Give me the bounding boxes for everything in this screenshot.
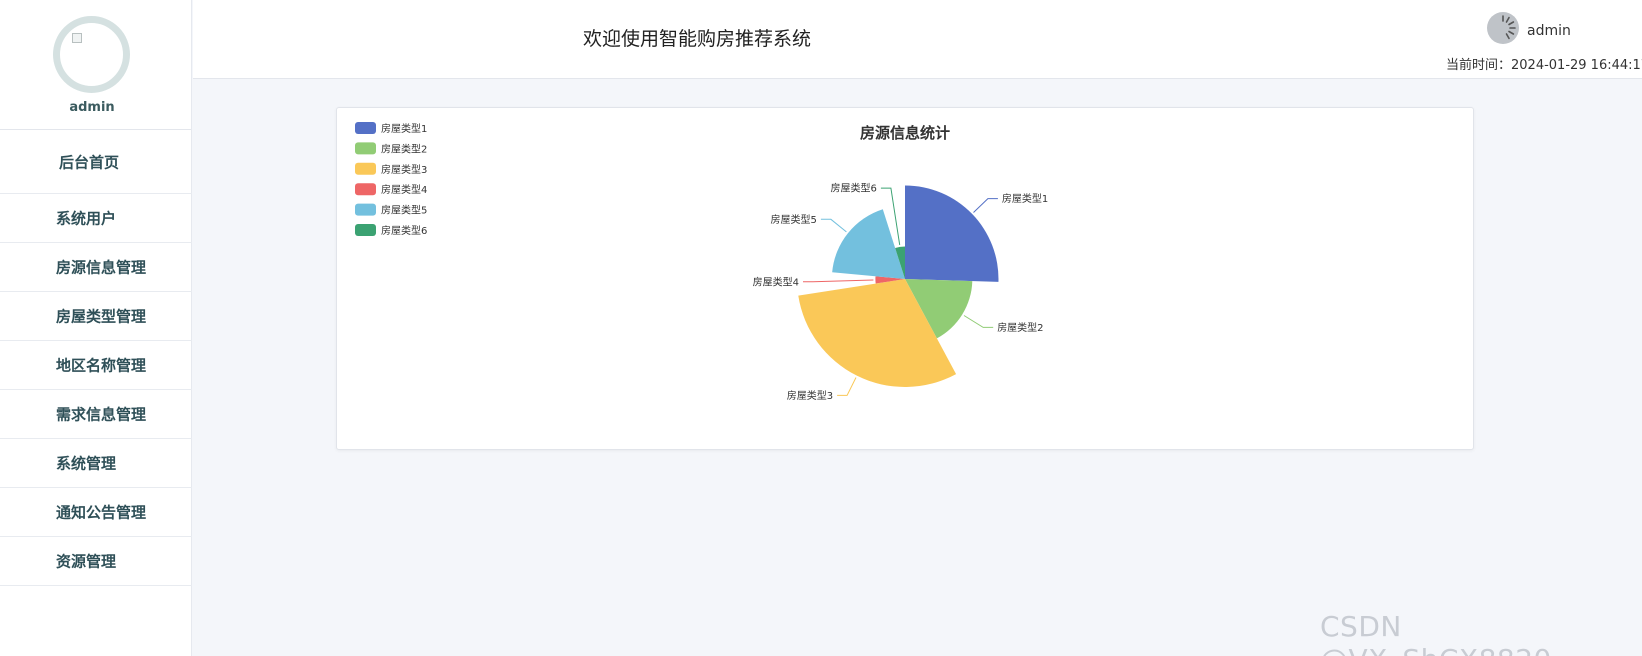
legend-label: 房屋类型6 bbox=[381, 224, 427, 237]
legend-swatch bbox=[355, 162, 376, 175]
sidebar-item-label: 地区名称管理 bbox=[56, 356, 147, 375]
sidebar-item-home[interactable]: 后台首页 bbox=[0, 130, 192, 194]
legend-item[interactable]: 房屋类型4 bbox=[355, 183, 427, 196]
chart-title: 房源信息统计 bbox=[860, 124, 950, 142]
top-header: 欢迎使用智能购房推荐系统 admin 当前时间：2024-01-29 16:44… bbox=[193, 0, 1642, 79]
chart-card: 房源信息统计 房屋类型1 房屋类型2 房屋类型3 房屋类型4 房屋类型5 房屋类型6 房屋… bbox=[336, 107, 1474, 450]
sidebar-profile: admin bbox=[0, 0, 191, 130]
slice-label: 房屋类型4 bbox=[753, 275, 799, 288]
sidebar-item-label: 系统用户 bbox=[56, 209, 117, 228]
legend-swatch bbox=[355, 183, 376, 196]
sidebar-item-label: 系统管理 bbox=[56, 454, 117, 473]
sidebar: admin 后台首页 系统用户 房源信息管理 房屋类型管理 地区名称管理 需求信… bbox=[0, 0, 192, 656]
legend-item[interactable]: 房屋类型2 bbox=[355, 142, 427, 155]
sidebar-item-house-type-management[interactable]: 房屋类型管理 bbox=[0, 292, 192, 341]
slice-label: 房屋类型3 bbox=[787, 389, 833, 402]
legend-item[interactable]: 房屋类型1 bbox=[355, 122, 427, 135]
legend-swatch bbox=[355, 203, 376, 216]
current-time: 当前时间：2024-01-29 16:44:17 bbox=[1446, 58, 1642, 73]
sidebar-item-system-users[interactable]: 系统用户 bbox=[0, 194, 192, 243]
slice-label: 房屋类型2 bbox=[997, 321, 1043, 334]
header-username[interactable]: admin bbox=[1527, 23, 1571, 39]
pie-slice[interactable] bbox=[832, 209, 905, 279]
sidebar-item-label: 需求信息管理 bbox=[56, 405, 147, 424]
sidebar-item-system-management[interactable]: 系统管理 bbox=[0, 439, 192, 488]
sidebar-item-region-management[interactable]: 地区名称管理 bbox=[0, 341, 192, 390]
legend-item[interactable]: 房屋类型5 bbox=[355, 203, 427, 217]
loading-spinner-icon bbox=[1502, 15, 1516, 40]
sidebar-item-notice-management[interactable]: 通知公告管理 bbox=[0, 488, 192, 537]
sidebar-item-label: 房源信息管理 bbox=[56, 258, 147, 277]
sidebar-item-listing-management[interactable]: 房源信息管理 bbox=[0, 243, 192, 292]
legend-item[interactable]: 房屋类型3 bbox=[355, 162, 427, 176]
sidebar-item-label: 后台首页 bbox=[59, 153, 120, 171]
legend-swatch bbox=[355, 142, 376, 155]
chart-legend: 房屋类型1 房屋类型2 房屋类型3 房屋类型4 房屋类型5 房屋类型6 bbox=[355, 122, 427, 237]
slice-label: 房屋类型1 bbox=[1002, 192, 1048, 205]
user-avatar[interactable] bbox=[1487, 12, 1519, 44]
legend-label: 房屋类型2 bbox=[381, 142, 427, 155]
profile-name: admin bbox=[69, 100, 115, 115]
sidebar-item-label: 通知公告管理 bbox=[56, 503, 147, 522]
avatar[interactable] bbox=[53, 16, 130, 93]
sidebar-item-label: 房屋类型管理 bbox=[56, 307, 147, 326]
legend-label: 房屋类型4 bbox=[381, 183, 427, 196]
legend-label: 房屋类型5 bbox=[381, 204, 427, 217]
label-line bbox=[963, 315, 994, 328]
legend-label: 房屋类型3 bbox=[381, 163, 427, 176]
slice-label: 房屋类型5 bbox=[771, 213, 817, 226]
legend-label: 房屋类型1 bbox=[381, 122, 427, 135]
legend-swatch bbox=[355, 224, 376, 236]
broken-image-icon bbox=[72, 33, 82, 43]
legend-item[interactable]: 房屋类型6 bbox=[355, 224, 427, 237]
label-line bbox=[837, 377, 857, 396]
pie-slice[interactable] bbox=[905, 185, 999, 282]
slice-label: 房屋类型6 bbox=[831, 182, 877, 195]
sidebar-item-demand-management[interactable]: 需求信息管理 bbox=[0, 390, 192, 439]
pie-chart: 房源信息统计 房屋类型1 房屋类型2 房屋类型3 房屋类型4 房屋类型5 房屋类型6 房屋… bbox=[355, 122, 1048, 402]
watermark: CSDN @VX_ShCX8820 bbox=[1320, 610, 1551, 656]
label-line bbox=[973, 198, 998, 213]
label-line bbox=[820, 218, 847, 233]
sidebar-item-resource-management[interactable]: 资源管理 bbox=[0, 537, 192, 586]
sidebar-item-label: 资源管理 bbox=[56, 552, 117, 571]
chart-slices bbox=[798, 185, 999, 387]
label-line bbox=[803, 279, 874, 283]
page-title: 欢迎使用智能购房推荐系统 bbox=[583, 28, 812, 50]
legend-swatch bbox=[355, 122, 376, 134]
